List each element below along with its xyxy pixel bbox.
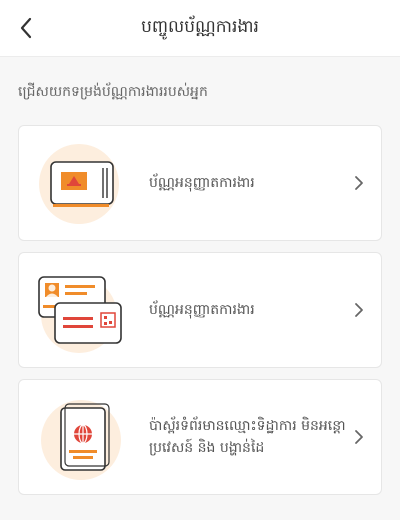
- back-button[interactable]: [12, 14, 40, 42]
- id-cards-icon: [38, 276, 122, 353]
- passport-icon: [41, 400, 121, 480]
- work-permit-card-icon: [39, 144, 119, 224]
- option-work-permit-card[interactable]: ប័ណ្ណអនុញ្ញាតការងារ: [18, 125, 382, 241]
- chevron-right-icon: [355, 176, 363, 190]
- chevron-right-icon: [355, 430, 363, 444]
- instruction-text: ជ្រើសយកទម្រង់ប័ណ្ណការងាររបស់អ្នក: [18, 84, 208, 100]
- option-label: ប័ណ្ណអនុញ្ញាតការងារ: [149, 174, 255, 191]
- option-label: ប័ណ្ណអនុញ្ញាតការងារ: [149, 301, 255, 318]
- top-bar: បញ្ចូលប័ណ្ណការងារ: [0, 0, 400, 57]
- option-passport-card[interactable]: ប៉ាស្ព័រទំព័រមានឈ្មោះទិដ្ឋាការ មិនអន្តោប…: [18, 379, 382, 495]
- page-title: បញ្ចូលប័ណ្ណការងារ: [141, 16, 259, 37]
- chevron-left-icon: [20, 17, 32, 39]
- option-label: ប៉ាស្ព័រទំព័រមានឈ្មោះទិដ្ឋាការ មិនអន្តោប…: [149, 417, 346, 456]
- option-employment-card[interactable]: ប័ណ្ណអនុញ្ញាតការងារ: [18, 252, 382, 368]
- chevron-right-icon: [355, 303, 363, 317]
